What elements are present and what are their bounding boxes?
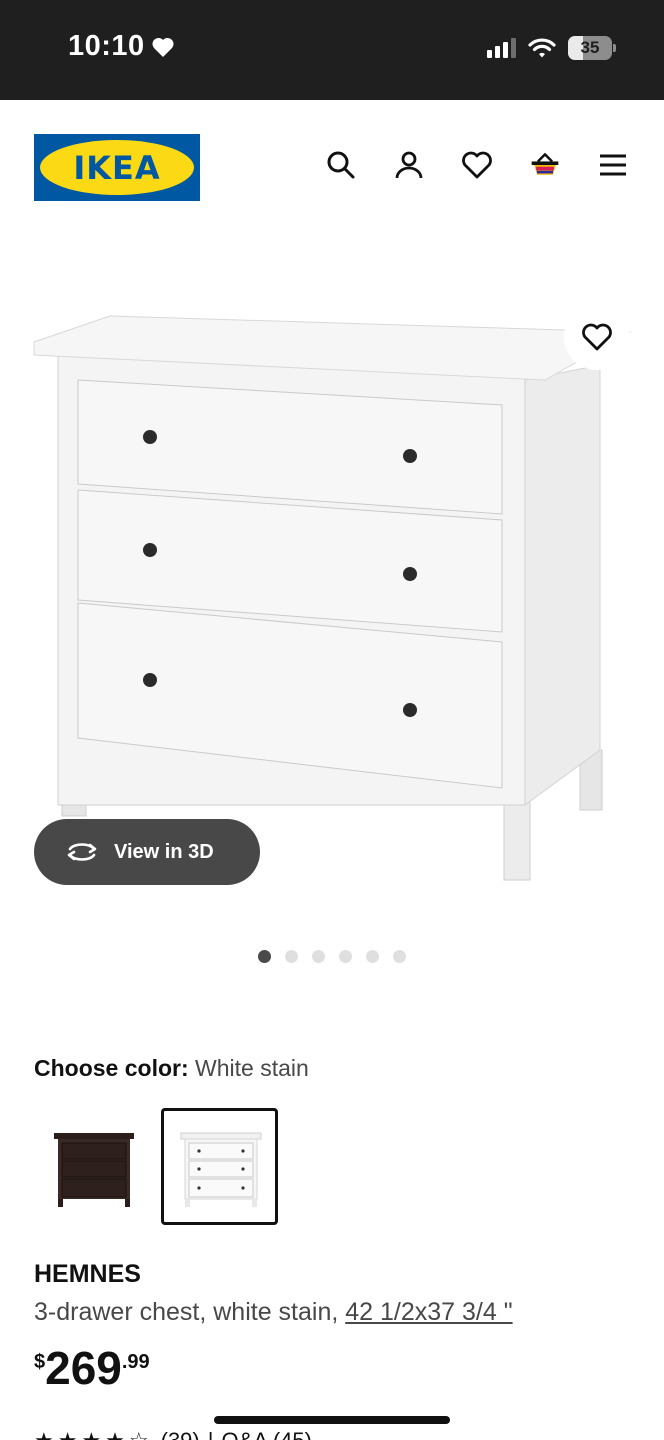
carousel-dot[interactable] [258, 950, 271, 963]
color-chooser-label: Choose color: White stain [34, 1055, 309, 1082]
rating-row[interactable]: ★★★★☆ (39) | Q&A (45) [34, 1428, 312, 1440]
color-swatch-white-stain[interactable] [161, 1108, 278, 1225]
heart-icon [582, 323, 612, 351]
selected-color-value: White stain [195, 1055, 309, 1081]
carousel-indicator [258, 950, 406, 963]
product-description: 3-drawer chest, white stain, 42 1/2x37 3… [34, 1298, 513, 1327]
rating-divider: | [208, 1428, 214, 1440]
status-bar: 10:10 35 [0, 0, 664, 100]
price-integer: 269 [45, 1342, 122, 1394]
wifi-icon [528, 38, 556, 58]
status-indicators: 35 [487, 36, 616, 60]
product-image [33, 315, 632, 881]
view-in-3d-button[interactable]: View in 3D [34, 819, 260, 885]
carousel-dot[interactable] [366, 950, 379, 963]
product-description-text: 3-drawer chest, white stain, [34, 1298, 346, 1326]
carousel-dot[interactable] [285, 950, 298, 963]
battery-icon: 35 [568, 36, 616, 60]
price-decimal: .99 [121, 1351, 150, 1373]
header-actions [324, 148, 630, 182]
favorite-button[interactable] [564, 304, 630, 370]
rating-stars: ★★★★☆ [34, 1428, 153, 1440]
cart-icon[interactable] [528, 148, 562, 182]
menu-icon[interactable] [596, 148, 630, 182]
site-header: IKEA [0, 100, 664, 230]
product-name: HEMNES [34, 1260, 141, 1288]
status-time: 10:10 [68, 30, 175, 63]
color-label-text: Choose color: [34, 1055, 189, 1081]
view-in-3d-label: View in 3D [114, 840, 214, 863]
rating-count: (39) [161, 1428, 200, 1440]
carousel-dot[interactable] [312, 950, 325, 963]
rotate-3d-icon [67, 843, 97, 861]
price-currency: $ [34, 1351, 46, 1373]
qa-link[interactable]: Q&A (45) [221, 1428, 311, 1440]
home-indicator[interactable] [214, 1416, 450, 1424]
product-measurement-link[interactable]: 42 1/2x37 3/4 " [345, 1298, 512, 1326]
product-price: $ 269 .99 [34, 1345, 150, 1391]
search-icon[interactable] [324, 148, 358, 182]
battery-percent: 35 [580, 38, 600, 57]
ikea-logo[interactable]: IKEA [34, 134, 200, 201]
carousel-dot[interactable] [339, 950, 352, 963]
carousel-dot[interactable] [393, 950, 406, 963]
product-image-gallery[interactable]: View in 3D [0, 270, 664, 910]
cellular-signal-icon [487, 38, 516, 58]
account-icon[interactable] [392, 148, 426, 182]
heart-status-icon [152, 37, 174, 57]
color-swatches [34, 1108, 278, 1225]
status-time-text: 10:10 [68, 30, 145, 62]
logo-text: IKEA [73, 148, 161, 187]
heart-icon[interactable] [460, 148, 494, 182]
color-swatch-black-brown[interactable] [34, 1108, 151, 1225]
